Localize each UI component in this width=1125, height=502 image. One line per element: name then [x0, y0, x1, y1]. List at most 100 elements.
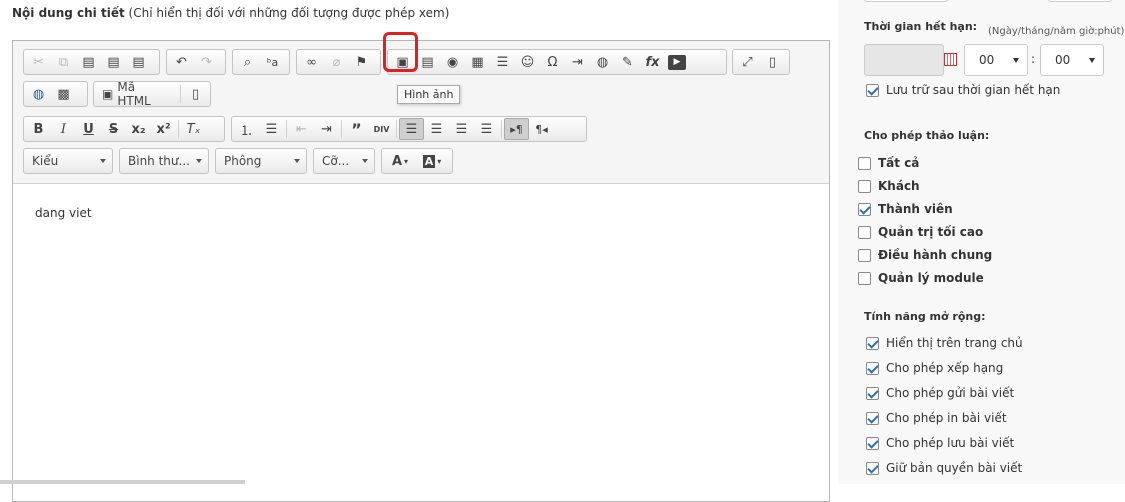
expiry-minute-select[interactable]: 00	[1040, 44, 1104, 76]
unlink-icon[interactable]: ⌀	[324, 51, 349, 73]
page-break-icon[interactable]: ⇥	[565, 51, 590, 73]
align-left-icon[interactable]: ☰	[399, 118, 424, 140]
globe-link-icon[interactable]: ◍	[26, 83, 51, 105]
discussion-checkbox[interactable]	[858, 156, 871, 170]
undo-icon[interactable]: ↶	[169, 51, 194, 73]
source-button[interactable]: ▣ Mã HTML	[96, 80, 178, 108]
redo-icon[interactable]: ↷	[194, 51, 219, 73]
numbered-list-icon[interactable]: ⒈	[234, 118, 259, 140]
anchor-icon[interactable]: ⚑	[349, 51, 374, 73]
extended-option[interactable]: Cho phép gửi bài viết	[866, 386, 1014, 400]
discussion-checkbox[interactable]	[858, 248, 871, 262]
extended-checkbox[interactable]	[866, 436, 879, 450]
discussion-checkbox[interactable]	[858, 179, 871, 193]
extended-option[interactable]: Giữ bản quyền bài viết	[866, 461, 1022, 475]
expiry-label: Thời gian hết hạn:	[864, 20, 978, 33]
expiry-date-input[interactable]	[864, 44, 944, 76]
flash-icon[interactable]: ▤	[415, 51, 440, 73]
font-combo[interactable]: Phông	[215, 148, 307, 174]
source-group: ▣ Mã HTML ▯	[93, 80, 211, 108]
image-icon[interactable]: ▣	[390, 51, 415, 73]
discussion-option[interactable]: Thành viên	[858, 202, 953, 216]
extended-option-label: Cho phép gửi bài viết	[886, 386, 1015, 400]
align-center-icon[interactable]: ☰	[424, 118, 449, 140]
paste-text-icon[interactable]: ▤	[101, 51, 126, 73]
paste-word-icon[interactable]: ▤	[126, 51, 151, 73]
rtl-icon[interactable]: ¶◂	[529, 118, 554, 140]
underline-icon[interactable]: U	[76, 118, 101, 140]
replace-icon[interactable]: ᵇa	[260, 51, 285, 73]
extended-option-label: Hiển thị trên trang chủ	[886, 336, 1023, 350]
indent-icon[interactable]: ⇥	[314, 118, 339, 140]
section-title: Nội dung chi tiết	[12, 6, 125, 20]
superscript-icon[interactable]: x²	[151, 118, 176, 140]
div-icon[interactable]: DIV	[369, 118, 394, 140]
extended-checkbox[interactable]	[866, 411, 879, 425]
extended-option[interactable]: Cho phép lưu bài viết	[866, 436, 1014, 450]
youtube-icon[interactable]: ▶	[668, 54, 686, 70]
align-right-icon[interactable]: ☰	[449, 118, 474, 140]
extended-option[interactable]: Cho phép xếp hạng	[866, 361, 1003, 375]
extended-option[interactable]: Cho phép in bài viết	[866, 411, 1007, 425]
table-icon[interactable]: ▦	[465, 51, 490, 73]
blockquote-icon[interactable]: ”	[344, 118, 369, 140]
link-icon[interactable]: ∞	[299, 51, 324, 73]
keep-after-expiry-checkbox[interactable]	[866, 83, 879, 97]
size-combo[interactable]: Cỡ...	[313, 148, 375, 174]
style-combo[interactable]: Kiểu	[23, 148, 113, 174]
iframe-icon[interactable]: ◉	[440, 51, 465, 73]
extended-checkbox[interactable]	[866, 386, 879, 400]
discussion-label: Cho phép thảo luận:	[864, 129, 990, 142]
discussion-option[interactable]: Điều hành chung	[858, 248, 992, 262]
expiry-hour-select[interactable]: 00	[964, 44, 1028, 76]
bullet-list-icon[interactable]: ☰	[259, 118, 284, 140]
strike-icon[interactable]: S	[101, 118, 126, 140]
maximize-icon[interactable]: ⤢	[735, 51, 760, 73]
extended-checkbox[interactable]	[866, 336, 879, 350]
globe-icon[interactable]: ◍	[590, 51, 615, 73]
special-char-icon[interactable]: Ω	[540, 51, 565, 73]
find-icon[interactable]: ⌕	[235, 51, 260, 73]
discussion-option[interactable]: Tất cả	[858, 156, 919, 170]
extended-checkbox[interactable]	[866, 361, 879, 375]
horizontal-scrollbar[interactable]	[0, 480, 245, 484]
editor-content-area[interactable]: dang viet	[13, 184, 829, 501]
media-group: ◍ ▩	[23, 81, 88, 107]
discussion-checkbox[interactable]	[858, 225, 871, 239]
chevron-down-icon	[100, 159, 106, 163]
italic-icon[interactable]: I	[51, 118, 76, 140]
smiley-icon[interactable]: ☺	[515, 51, 540, 73]
bold-icon[interactable]: B	[26, 118, 51, 140]
text-color-icon[interactable]: A ▾	[384, 150, 416, 172]
discussion-checkbox[interactable]	[858, 271, 871, 285]
editor-text[interactable]: dang viet	[35, 206, 92, 220]
extended-checkbox[interactable]	[866, 461, 879, 475]
video-icon[interactable]: ▩	[51, 83, 76, 105]
horizontal-rule-icon[interactable]: ☰	[490, 51, 515, 73]
code-snippet-icon[interactable]: ✎	[615, 51, 640, 73]
copy-icon[interactable]: ⧉	[51, 51, 76, 73]
align-justify-icon[interactable]: ☰	[474, 118, 499, 140]
paste-icon[interactable]: ▤	[76, 51, 101, 73]
extended-option[interactable]: Hiển thị trên trang chủ	[866, 336, 1023, 350]
calendar-icon[interactable]	[944, 53, 957, 66]
format-combo-label: Bình thư...	[128, 154, 190, 168]
discussion-option[interactable]: Khách	[858, 179, 920, 193]
background-color-icon[interactable]: A ▾	[416, 150, 448, 172]
remove-format-icon[interactable]: Tₓ	[181, 118, 206, 140]
separator	[178, 120, 179, 138]
source-label: Mã HTML	[117, 80, 151, 108]
ltr-icon[interactable]: ▸¶	[504, 118, 529, 140]
separator	[286, 120, 287, 138]
discussion-option[interactable]: Quản lý module	[858, 271, 984, 285]
subscript-icon[interactable]: x₂	[126, 118, 151, 140]
show-blocks-icon[interactable]: ▯	[760, 51, 785, 73]
formula-icon[interactable]: fx	[640, 51, 665, 73]
discussion-option[interactable]: Quản trị tối cao	[858, 225, 983, 239]
keep-after-expiry-option[interactable]: Lưu trữ sau thời gian hết hạn	[866, 83, 1060, 97]
document-icon[interactable]: ▯	[183, 83, 208, 105]
discussion-checkbox[interactable]	[858, 202, 871, 216]
cut-icon[interactable]: ✂	[26, 51, 51, 73]
format-combo[interactable]: Bình thư...	[119, 148, 209, 174]
outdent-icon[interactable]: ⇤	[289, 118, 314, 140]
